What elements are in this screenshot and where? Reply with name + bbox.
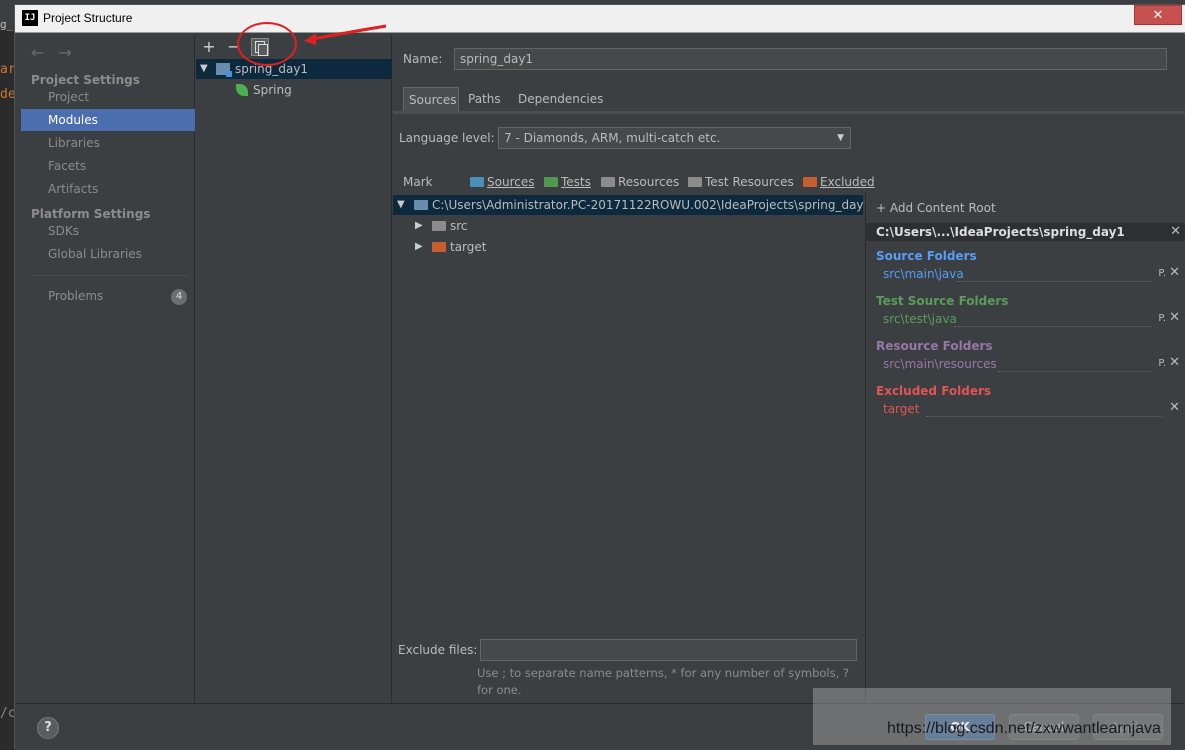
nav-divider: [31, 275, 189, 276]
bg-fragment: g_: [0, 18, 14, 31]
window-title: Project Structure: [43, 11, 133, 25]
tests-folder-icon: [544, 177, 558, 187]
tree-row-src[interactable]: ▶ src: [393, 216, 863, 236]
tab-underline: [393, 111, 1185, 114]
tab-dependencies[interactable]: Dependencies: [513, 87, 605, 111]
remove-test-folder-close-icon[interactable]: ✕: [1169, 310, 1180, 325]
mark-resources-label: Resources: [618, 175, 680, 189]
tab-sources[interactable]: Sources: [403, 87, 459, 111]
content-root-header: C:\Users\...\IdeaProjects\spring_day1 ✕: [866, 223, 1185, 241]
watermark-text: https://blog.csdn.net/zxwwantlearnjava: [887, 720, 1161, 737]
folder-icon: [414, 200, 428, 210]
mark-excluded-label: Excluded: [820, 175, 875, 189]
tab-paths[interactable]: Paths: [463, 87, 509, 111]
annotation-circle: [237, 22, 297, 66]
spring-leaf-icon: [236, 84, 248, 96]
resource-folder-leader: [998, 371, 1152, 372]
language-level-label: Language level:: [399, 131, 495, 145]
module-details-panel: Name: spring_day1 Sources Paths Dependen…: [393, 35, 1185, 703]
settings-nav: ← → Project Settings Project Modules Libr…: [21, 35, 195, 703]
remove-root-close-icon[interactable]: ✕: [1170, 223, 1181, 241]
nav-item-facets[interactable]: Facets: [21, 155, 195, 177]
tree-row-module[interactable]: ▼ spring_day1: [196, 59, 392, 79]
problems-count-badge: 4: [171, 289, 187, 305]
excluded-folder-path: target: [883, 402, 920, 416]
nav-history: ← →: [31, 43, 86, 62]
folder-icon: [432, 242, 446, 252]
add-module-button[interactable]: +: [199, 37, 219, 57]
resources-folder-icon: [601, 177, 615, 187]
target-folder-label: target: [450, 240, 487, 254]
properties-icon[interactable]: P.: [1158, 313, 1166, 324]
excluded-folder-icon: [803, 177, 817, 187]
intellij-app-icon: IJ: [22, 10, 38, 26]
add-content-root-button[interactable]: + Add Content Root: [876, 201, 996, 215]
tree-row-spring-facet[interactable]: Spring: [196, 80, 392, 100]
exclude-files-label: Exclude files:: [398, 643, 478, 657]
modules-column: + − ▼ spring_day1 Spring: [196, 35, 392, 703]
test-resources-folder-icon: [688, 177, 702, 187]
tree-row-target[interactable]: ▶ target: [393, 237, 863, 257]
language-level-select[interactable]: 7 - Diamonds, ARM, multi-catch etc. ▼: [498, 127, 851, 149]
mark-tests-label: Tests: [561, 175, 591, 189]
test-folder-leader: [954, 326, 1152, 327]
module-icon: [216, 63, 232, 77]
content-root-tree: ▼ C:\Users\Administrator.PC-20171122ROWU…: [393, 193, 871, 633]
nav-item-problems[interactable]: Problems 4: [21, 285, 195, 307]
window-close-button[interactable]: ✕: [1134, 5, 1182, 25]
problems-label: Problems: [48, 289, 104, 303]
annotation-arrow-icon: [304, 24, 387, 45]
nav-item-project[interactable]: Project: [21, 86, 195, 108]
test-source-folders-title: Test Source Folders: [876, 294, 1009, 308]
nav-item-global-libraries[interactable]: Global Libraries: [21, 243, 195, 265]
collapsed-triangle-icon[interactable]: ▶: [415, 216, 423, 236]
content-root-path: C:\Users\Administrator.PC-20171122ROWU.0…: [432, 198, 872, 212]
properties-icon[interactable]: P.: [1158, 358, 1166, 369]
project-structure-dialog: IJ Project Structure ✕ ← → Project Settin…: [14, 4, 1185, 750]
mark-test-resources-label: Test Resources: [705, 175, 794, 189]
excluded-folder-leader: [926, 416, 1162, 417]
exclude-files-input[interactable]: [480, 639, 857, 661]
forward-arrow-icon[interactable]: →: [58, 43, 71, 62]
module-name-field[interactable]: spring_day1: [454, 48, 1167, 70]
source-folder-leader: [956, 281, 1152, 282]
resource-folders-title: Resource Folders: [876, 339, 993, 353]
properties-icon[interactable]: P.: [1158, 268, 1166, 279]
mark-sources-label: Sources: [487, 175, 535, 189]
expand-triangle-icon[interactable]: ▼: [200, 59, 208, 79]
collapsed-triangle-icon[interactable]: ▶: [415, 237, 423, 257]
back-arrow-icon[interactable]: ←: [31, 43, 44, 62]
exclude-files-hint: Use ; to separate name patterns, * for a…: [477, 666, 850, 697]
window-titlebar: IJ Project Structure ✕: [15, 5, 1185, 33]
platform-settings-header: Platform Settings: [31, 207, 151, 221]
chevron-down-icon: ▼: [837, 133, 844, 143]
content-root-header-path: C:\Users\...\IdeaProjects\spring_day1: [876, 225, 1125, 239]
sources-folder-icon: [470, 177, 484, 187]
spring-facet-label: Spring: [253, 83, 292, 97]
nav-item-artifacts[interactable]: Artifacts: [21, 178, 195, 200]
test-source-folder-path: src\test\java: [883, 312, 957, 326]
remove-excluded-folder-close-icon[interactable]: ✕: [1169, 400, 1180, 415]
nav-item-modules[interactable]: Modules: [21, 109, 195, 131]
project-settings-header: Project Settings: [31, 73, 140, 87]
language-level-value: 7 - Diamonds, ARM, multi-catch etc.: [504, 131, 721, 145]
remove-resource-folder-close-icon[interactable]: ✕: [1169, 355, 1180, 370]
help-button[interactable]: ?: [37, 717, 59, 739]
nav-item-sdks[interactable]: SDKs: [21, 220, 195, 242]
tree-row-content-root[interactable]: ▼ C:\Users\Administrator.PC-20171122ROWU…: [393, 195, 871, 215]
remove-source-folder-close-icon[interactable]: ✕: [1169, 265, 1180, 280]
resource-folder-path: src\main\resources: [883, 357, 997, 371]
nav-item-libraries[interactable]: Libraries: [21, 132, 195, 154]
folder-icon: [432, 221, 446, 231]
name-label: Name:: [403, 52, 443, 66]
source-folders-title: Source Folders: [876, 249, 977, 263]
content-roots-panel: + Add Content Root C:\Users\...\IdeaProj…: [865, 193, 1185, 703]
source-folder-path: src\main\java: [883, 267, 964, 281]
mark-as-label: Mark as:: [403, 175, 433, 207]
excluded-folders-title: Excluded Folders: [876, 384, 992, 398]
expand-triangle-icon[interactable]: ▼: [397, 195, 405, 215]
src-folder-label: src: [450, 219, 468, 233]
